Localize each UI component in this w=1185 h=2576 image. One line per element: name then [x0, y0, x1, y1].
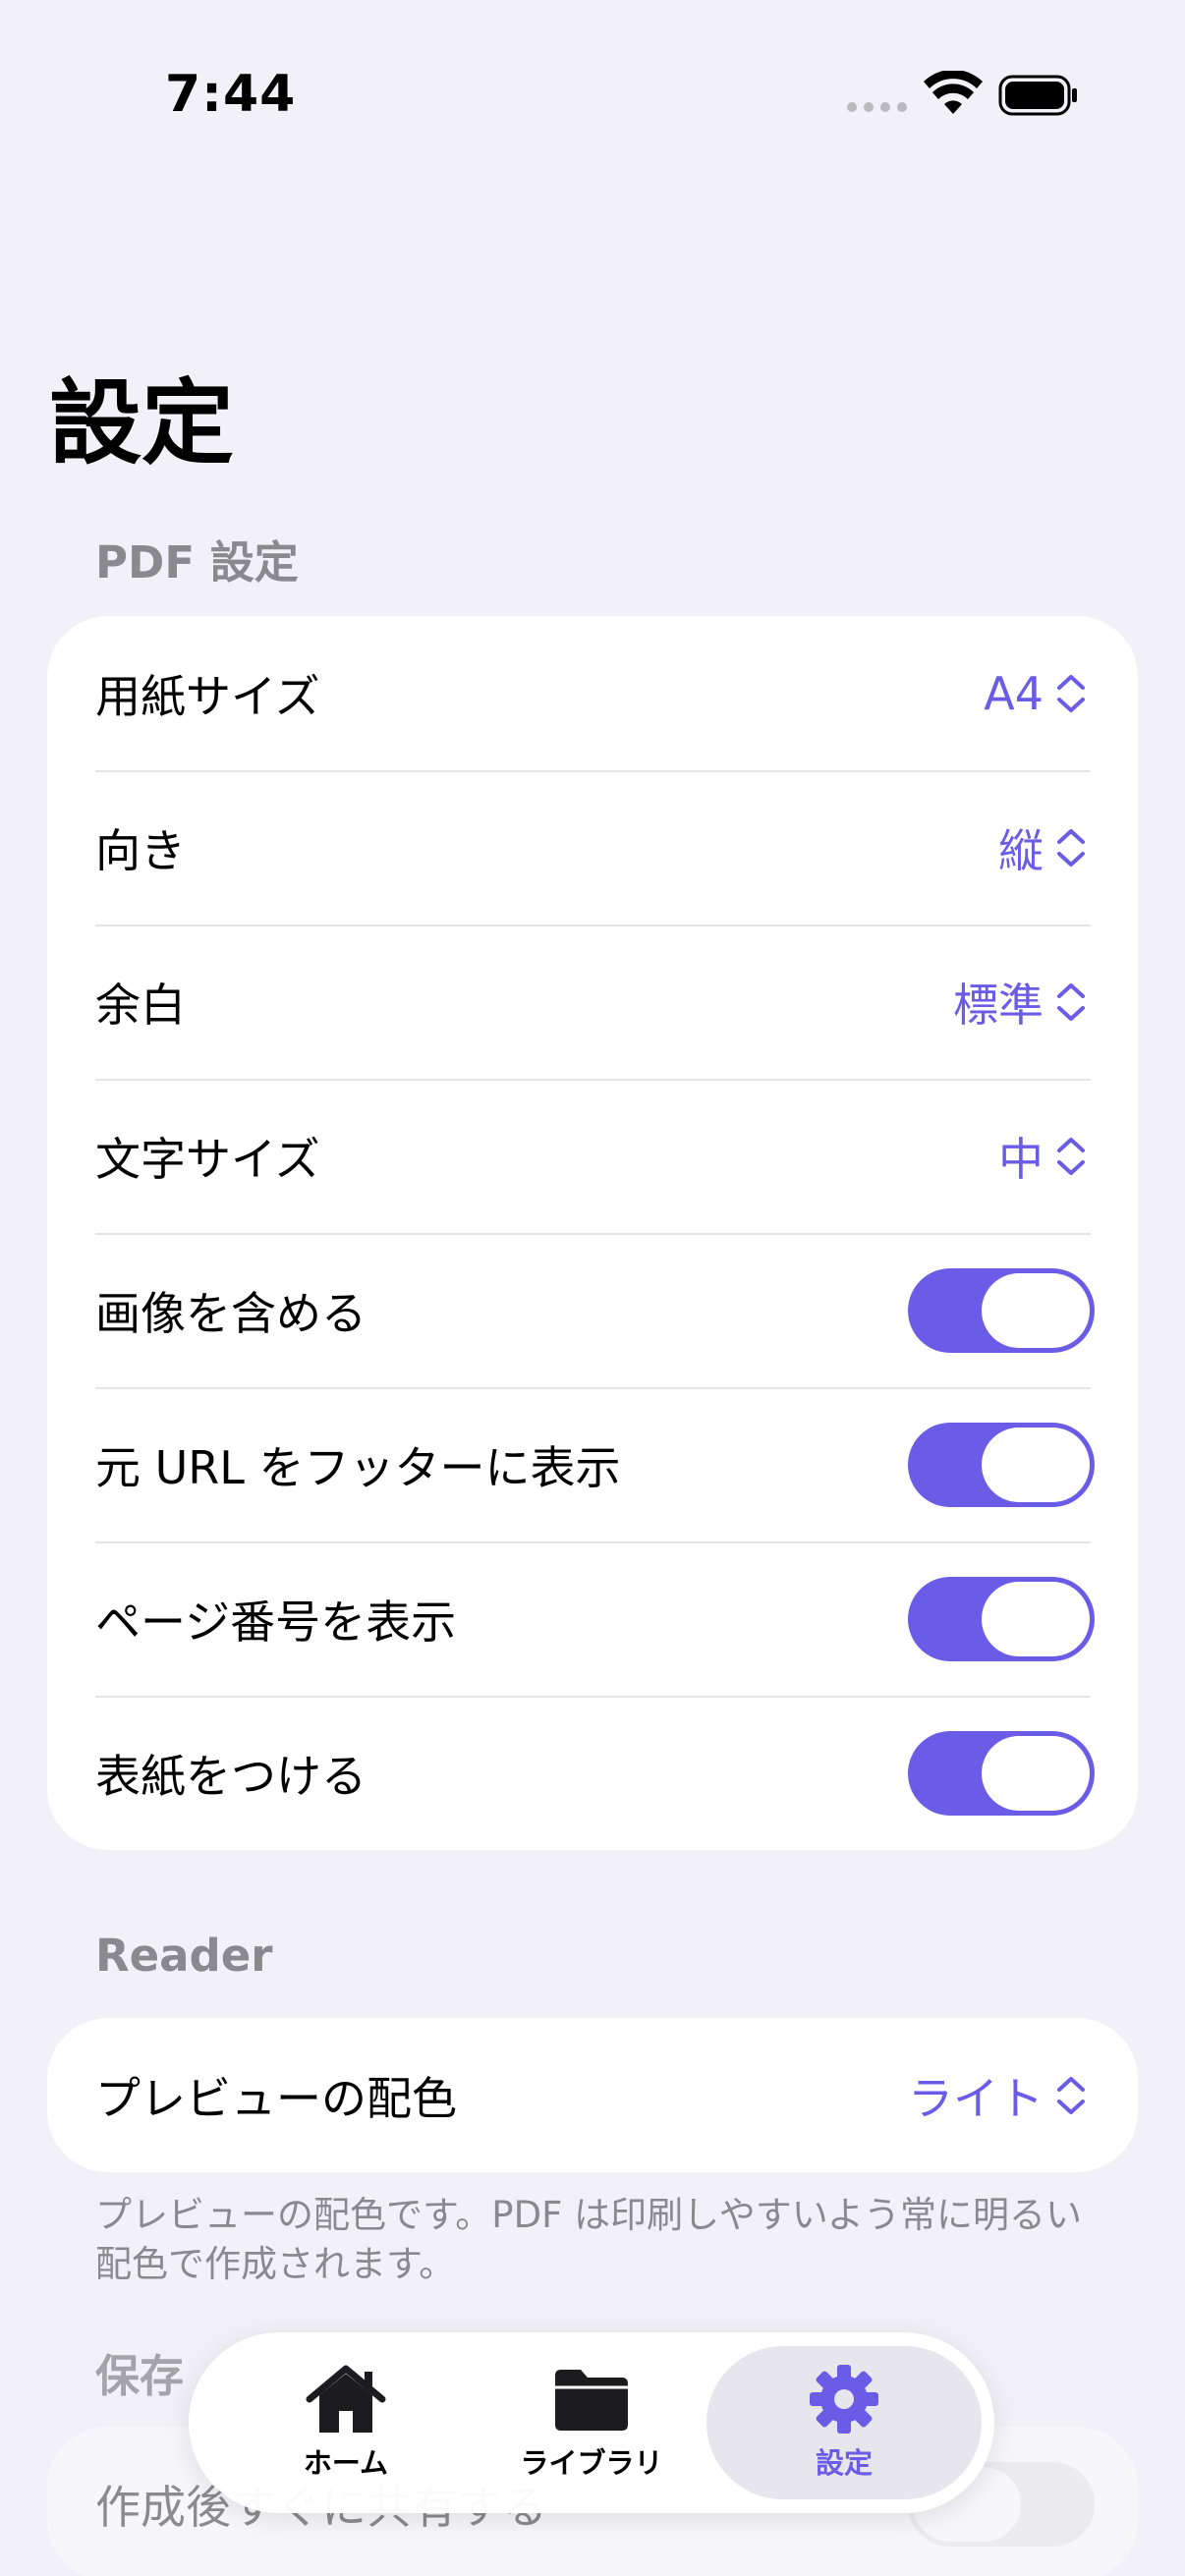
- font-size-row[interactable]: 文字サイズ 中: [47, 1079, 1138, 1233]
- chevron-updown-icon: [1057, 2076, 1085, 2114]
- row-label: 余白: [95, 978, 186, 1032]
- tab-label: ライブラリ: [520, 2446, 663, 2480]
- toggle-knob: [982, 1581, 1090, 1656]
- section-header-pdf: PDF 設定: [95, 536, 299, 588]
- row-label: 用紙サイズ: [95, 669, 320, 723]
- paper-size-picker[interactable]: A4: [984, 667, 1091, 720]
- tab-label: 設定: [815, 2446, 873, 2480]
- page-numbers-toggle[interactable]: [908, 1576, 1095, 1661]
- row-label: 画像を含める: [95, 1286, 367, 1340]
- tab-home[interactable]: ホーム: [208, 2346, 483, 2499]
- gear-icon: [810, 2365, 878, 2434]
- pdf-settings-card: 用紙サイズ A4 向き 縦 余白 標準 文字サイズ 中 画像を含める 元 URL…: [47, 616, 1138, 1850]
- row-label: 表紙をつける: [95, 1749, 367, 1803]
- toggle-knob: [982, 1735, 1090, 1811]
- signal-dots-icon: [847, 102, 907, 112]
- orientation-row[interactable]: 向き 縦: [47, 770, 1138, 924]
- row-label: ページ番号を表示: [95, 1595, 457, 1649]
- margin-row[interactable]: 余白 標準: [47, 924, 1138, 1079]
- picker-value: A4: [984, 666, 1044, 720]
- picker-value: 縦: [998, 823, 1044, 877]
- source-url-footer-row: 元 URL をフッターに表示: [47, 1387, 1138, 1541]
- cover-page-row: 表紙をつける: [47, 1696, 1138, 1850]
- chevron-updown-icon: [1057, 828, 1085, 867]
- picker-value: ライト: [908, 2071, 1044, 2125]
- row-label: 向き: [95, 823, 186, 877]
- picker-value: 中: [998, 1132, 1044, 1186]
- include-images-toggle[interactable]: [908, 1267, 1095, 1353]
- chevron-updown-icon: [1057, 982, 1085, 1021]
- tab-bar: ホーム ライブラリ 設定: [189, 2332, 994, 2513]
- battery-icon: [998, 75, 1077, 116]
- folder-icon: [555, 2370, 628, 2431]
- row-label: プレビューの配色: [95, 2071, 457, 2125]
- tab-library[interactable]: ライブラリ: [454, 2346, 729, 2499]
- include-images-row: 画像を含める: [47, 1233, 1138, 1387]
- preview-color-picker[interactable]: ライト: [908, 2063, 1091, 2128]
- toggle-knob: [982, 1272, 1090, 1348]
- chevron-updown-icon: [1057, 674, 1085, 712]
- font-size-picker[interactable]: 中: [998, 1124, 1091, 1189]
- page-numbers-row: ページ番号を表示: [47, 1541, 1138, 1696]
- orientation-picker[interactable]: 縦: [998, 815, 1091, 880]
- source-url-footer-toggle[interactable]: [908, 1422, 1095, 1507]
- picker-value: 標準: [953, 978, 1044, 1032]
- status-time: 7:44: [165, 65, 297, 124]
- wifi-icon: [924, 71, 983, 114]
- row-label: 元 URL をフッターに表示: [95, 1440, 621, 1494]
- chevron-updown-icon: [1057, 1137, 1085, 1175]
- preview-color-row[interactable]: プレビューの配色 ライト: [47, 2018, 1138, 2172]
- cover-page-toggle[interactable]: [908, 1730, 1095, 1816]
- reader-footer-note: プレビューの配色です。PDF は印刷しやすいよう常に明るい配色で作成されます。: [95, 2194, 1083, 2285]
- margin-picker[interactable]: 標準: [953, 970, 1091, 1035]
- tab-label: ホーム: [303, 2446, 389, 2480]
- page-title: 設定: [49, 370, 235, 477]
- tab-settings[interactable]: 設定: [706, 2346, 982, 2499]
- status-bar: 7:44: [0, 0, 1185, 196]
- row-label: 文字サイズ: [95, 1132, 320, 1186]
- paper-size-row[interactable]: 用紙サイズ A4: [47, 616, 1138, 770]
- section-header-reader: Reader: [95, 1930, 273, 1982]
- reader-settings-card: プレビューの配色 ライト: [47, 2018, 1138, 2172]
- toggle-knob: [982, 1427, 1090, 1502]
- section-header-save: 保存: [95, 2350, 185, 2402]
- house-icon: [306, 2365, 386, 2433]
